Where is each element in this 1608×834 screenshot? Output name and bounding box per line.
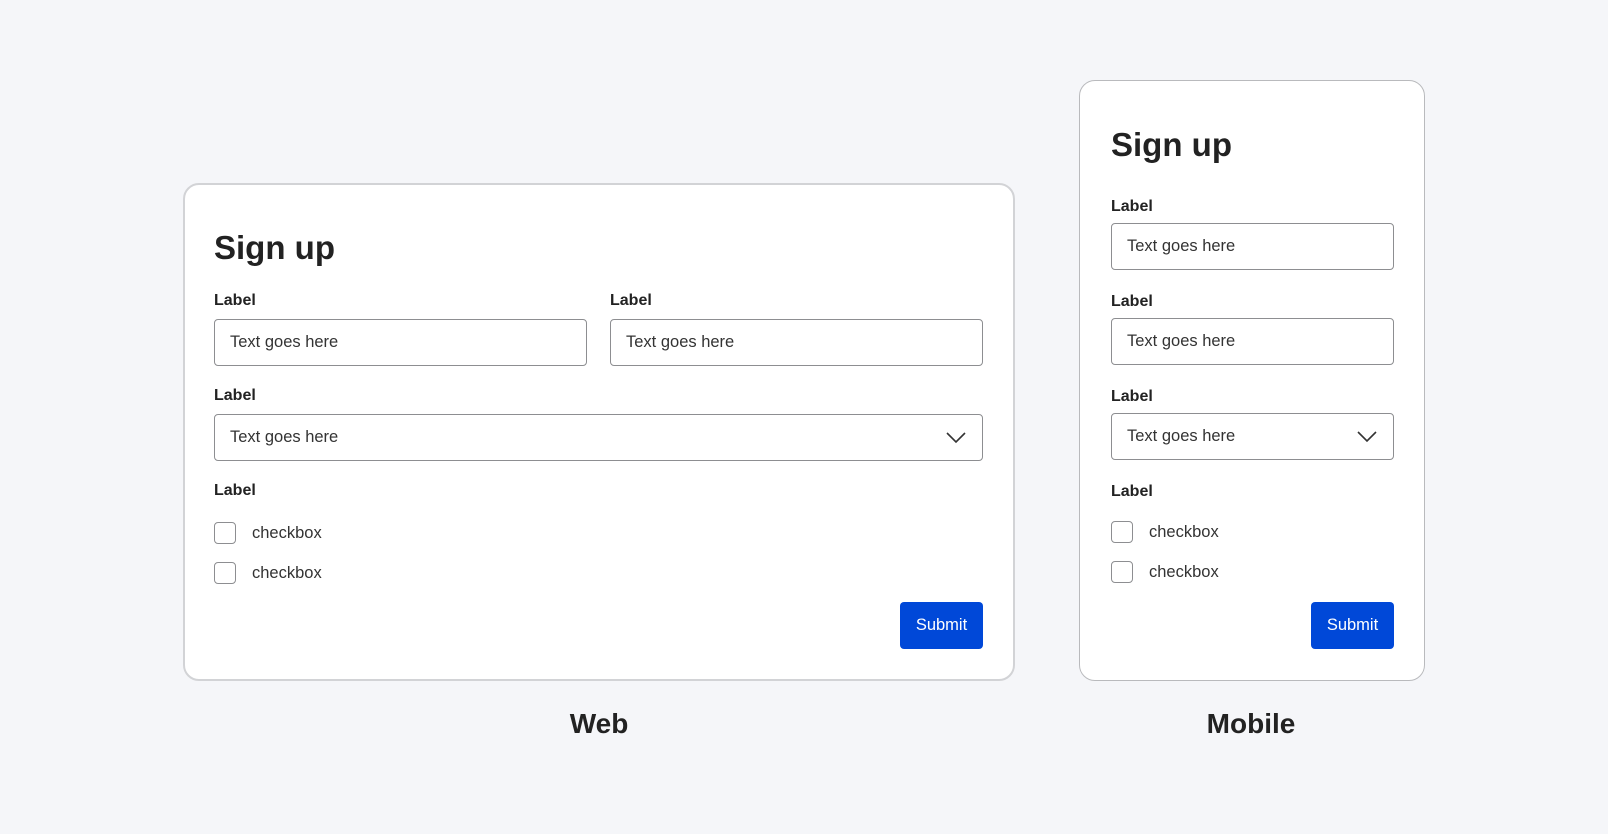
- chevron-down-icon: [1357, 431, 1377, 443]
- select-value: Text goes here: [230, 428, 339, 446]
- submit-button[interactable]: Submit: [1311, 602, 1394, 649]
- checkbox-option[interactable]: checkbox: [1111, 521, 1219, 543]
- mobile-signup-card: Sign up Label Text goes here Label Text …: [1079, 80, 1425, 681]
- checkbox-group-label: Label: [214, 482, 256, 499]
- web-signup-card: Sign up Label Text goes here Label Text …: [183, 183, 1015, 681]
- checkbox-group-label: Label: [1111, 483, 1153, 500]
- checkbox-box[interactable]: [214, 562, 236, 584]
- select-label: Label: [214, 387, 256, 404]
- select-value: Text goes here: [1127, 427, 1236, 445]
- checkbox-option[interactable]: checkbox: [214, 522, 322, 544]
- field-label: Label: [1111, 198, 1153, 215]
- page-title: Sign up: [214, 229, 335, 266]
- text-input-1[interactable]: Text goes here: [214, 319, 587, 366]
- select-dropdown[interactable]: Text goes here: [1111, 413, 1394, 460]
- checkbox-label: checkbox: [1149, 562, 1219, 581]
- checkbox-label: checkbox: [1149, 522, 1219, 541]
- checkbox-option[interactable]: checkbox: [214, 562, 322, 584]
- page-title: Sign up: [1111, 126, 1232, 163]
- checkbox-box[interactable]: [1111, 561, 1133, 583]
- text-input-1[interactable]: Text goes here: [1111, 223, 1394, 270]
- mobile-caption: Mobile: [1206, 708, 1296, 739]
- field-label: Label: [214, 292, 256, 309]
- chevron-down-icon: [946, 432, 966, 444]
- field-label: Label: [1111, 293, 1153, 310]
- text-input-2[interactable]: Text goes here: [1111, 318, 1394, 365]
- text-input-2[interactable]: Text goes here: [610, 319, 983, 366]
- checkbox-option[interactable]: checkbox: [1111, 561, 1219, 583]
- checkbox-box[interactable]: [1111, 521, 1133, 543]
- web-caption: Web: [569, 708, 629, 739]
- checkbox-box[interactable]: [214, 522, 236, 544]
- select-label: Label: [1111, 388, 1153, 405]
- field-label: Label: [610, 292, 652, 309]
- submit-button[interactable]: Submit: [900, 602, 983, 649]
- select-dropdown[interactable]: Text goes here: [214, 414, 983, 461]
- checkbox-label: checkbox: [252, 563, 322, 582]
- checkbox-label: checkbox: [252, 523, 322, 542]
